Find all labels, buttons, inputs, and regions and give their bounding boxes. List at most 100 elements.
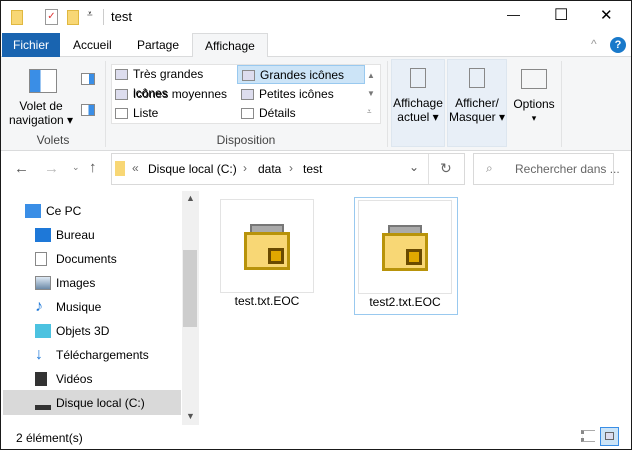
label: Objets 3D <box>56 324 110 338</box>
ribbon: Volet de navigation ▾ Volets Très grande… <box>1 57 631 151</box>
quick-access-dropdown[interactable]: ⩡ <box>87 9 93 20</box>
label: Détails <box>259 106 296 120</box>
nav-pane-button[interactable]: Volet de navigation ▾ <box>7 99 75 127</box>
collapse-ribbon-icon[interactable]: ^ <box>591 37 597 51</box>
scroll-up[interactable]: ▲ <box>186 193 195 203</box>
search-box[interactable]: ⌕ Rechercher dans ... <box>473 153 620 185</box>
preview-pane-icon[interactable] <box>81 73 95 85</box>
status-bar: 2 élément(s) <box>1 425 631 449</box>
current-view-button[interactable]: Affichage actuel ▾ <box>391 59 445 147</box>
label: Bureau <box>56 228 95 242</box>
options-button[interactable]: Options ▾ <box>509 59 559 125</box>
search-icon: ⌕ <box>486 161 493 175</box>
file-name: test.txt.EOC <box>234 294 300 308</box>
3d-objects-icon <box>35 324 51 338</box>
nav-pane-label2: navigation ▾ <box>8 113 74 127</box>
address-bar[interactable]: « Disque local (C:) › data › test ⌄ ↻ <box>111 153 465 185</box>
label: Icônes moyennes <box>133 87 228 101</box>
desktop-icon <box>35 228 51 242</box>
divider <box>103 9 104 25</box>
nav-scrollbar[interactable]: ▲ ▼ <box>182 191 199 425</box>
label: actuel ▾ <box>397 110 439 124</box>
tab-partage[interactable]: Partage <box>125 33 191 57</box>
ribbon-tabs: Fichier Accueil Partage Affichage ^ ? <box>1 33 631 58</box>
tab-accueil[interactable]: Accueil <box>61 33 124 57</box>
drive-icon <box>35 405 51 410</box>
details-pane-icon[interactable] <box>81 104 95 116</box>
tab-affichage[interactable]: Affichage <box>192 33 268 58</box>
layout-large-icons[interactable]: Grandes icônes <box>237 65 365 84</box>
options-icon <box>521 69 547 89</box>
address-dropdown-icon[interactable]: ⌄ <box>409 160 419 174</box>
large-icons-view-button[interactable] <box>600 427 619 446</box>
new-folder-icon[interactable] <box>67 10 79 25</box>
search-placeholder: Rechercher dans ... <box>515 162 620 176</box>
address-overflow[interactable]: « <box>132 161 139 175</box>
back-button[interactable]: ← <box>14 160 29 177</box>
label: ▾ <box>531 113 537 123</box>
scroll-thumb[interactable] <box>183 250 197 327</box>
volets-group-label: Volets <box>36 133 70 147</box>
breadcrumb-test[interactable]: test <box>303 162 322 176</box>
nav-pane-icon <box>29 69 57 93</box>
file-item[interactable]: test.txt.EOC <box>217 197 317 313</box>
large-icons-icon <box>242 70 255 81</box>
disposition-group-label: Disposition <box>216 133 276 147</box>
folder-icon <box>11 10 23 25</box>
layout-list[interactable]: Liste <box>111 104 237 123</box>
breadcrumb-separator[interactable]: › <box>243 161 247 175</box>
extra-large-icons-icon <box>115 69 128 80</box>
recent-dropdown[interactable]: ⌄ <box>72 162 80 173</box>
label: Masquer ▾ <box>448 110 506 124</box>
documents-icon <box>35 252 47 266</box>
item-count: 2 élément(s) <box>16 431 83 445</box>
refresh-icon[interactable]: ↻ <box>440 160 452 177</box>
window-title: test <box>111 9 132 24</box>
properties-icon[interactable]: ✓ <box>45 9 58 25</box>
layout-medium-icons[interactable]: Icônes moyennes <box>111 85 237 104</box>
file-thumbnail <box>220 199 314 293</box>
label: Vidéos <box>56 372 93 386</box>
gallery-scroll[interactable]: ▲ ▼ ⩡ <box>367 67 375 121</box>
minimize-button[interactable]: — <box>507 7 520 22</box>
layout-small-icons[interactable]: Petites icônes <box>237 85 365 104</box>
details-view-button[interactable] <box>581 430 595 442</box>
label: Ce PC <box>46 204 82 218</box>
download-icon: ↓ <box>35 346 43 363</box>
divider <box>561 61 562 147</box>
current-view-icon <box>410 68 426 88</box>
breadcrumb-disque[interactable]: Disque local (C:) <box>148 162 237 176</box>
details-icon <box>241 108 254 119</box>
divider <box>428 154 429 184</box>
encrypted-folder-icon <box>382 225 428 271</box>
file-item[interactable]: test2.txt.EOC <box>354 197 458 315</box>
layout-details[interactable]: Détails <box>237 104 365 123</box>
label: Documents <box>56 252 117 266</box>
title-bar: ✓ ⩡ test — ☐ ✕ <box>1 1 631 33</box>
medium-icons-icon <box>115 89 128 100</box>
show-hide-icon <box>469 68 485 88</box>
file-list: test.txt.EOC test2.txt.EOC <box>201 191 631 425</box>
label: Téléchargements <box>56 348 149 362</box>
label: Musique <box>56 300 102 314</box>
list-icon <box>115 108 128 119</box>
folder-icon <box>115 161 125 176</box>
tab-fichier[interactable]: Fichier <box>2 33 61 57</box>
forward-button[interactable]: → <box>44 160 59 177</box>
label: Grandes icônes <box>260 68 345 82</box>
scroll-down[interactable]: ▼ <box>186 411 195 421</box>
nav-pane-label: Volet de <box>19 99 63 113</box>
show-hide-button[interactable]: Afficher/ Masquer ▾ <box>447 59 507 147</box>
close-button[interactable]: ✕ <box>600 6 613 24</box>
label: Liste <box>133 106 159 120</box>
breadcrumb-data[interactable]: data <box>258 162 281 176</box>
divider <box>105 61 106 147</box>
layout-extra-large-icons[interactable]: Très grandes icônes <box>111 65 237 100</box>
breadcrumb-separator[interactable]: › <box>289 161 293 175</box>
label: Affichage <box>393 96 443 110</box>
maximize-button[interactable]: ☐ <box>554 5 568 25</box>
help-icon[interactable]: ? <box>610 37 626 53</box>
file-explorer-window: ✓ ⩡ test — ☐ ✕ Fichier Accueil Partage A… <box>0 0 632 450</box>
file-thumbnail <box>358 200 452 294</box>
up-button[interactable]: ↑ <box>89 159 97 176</box>
